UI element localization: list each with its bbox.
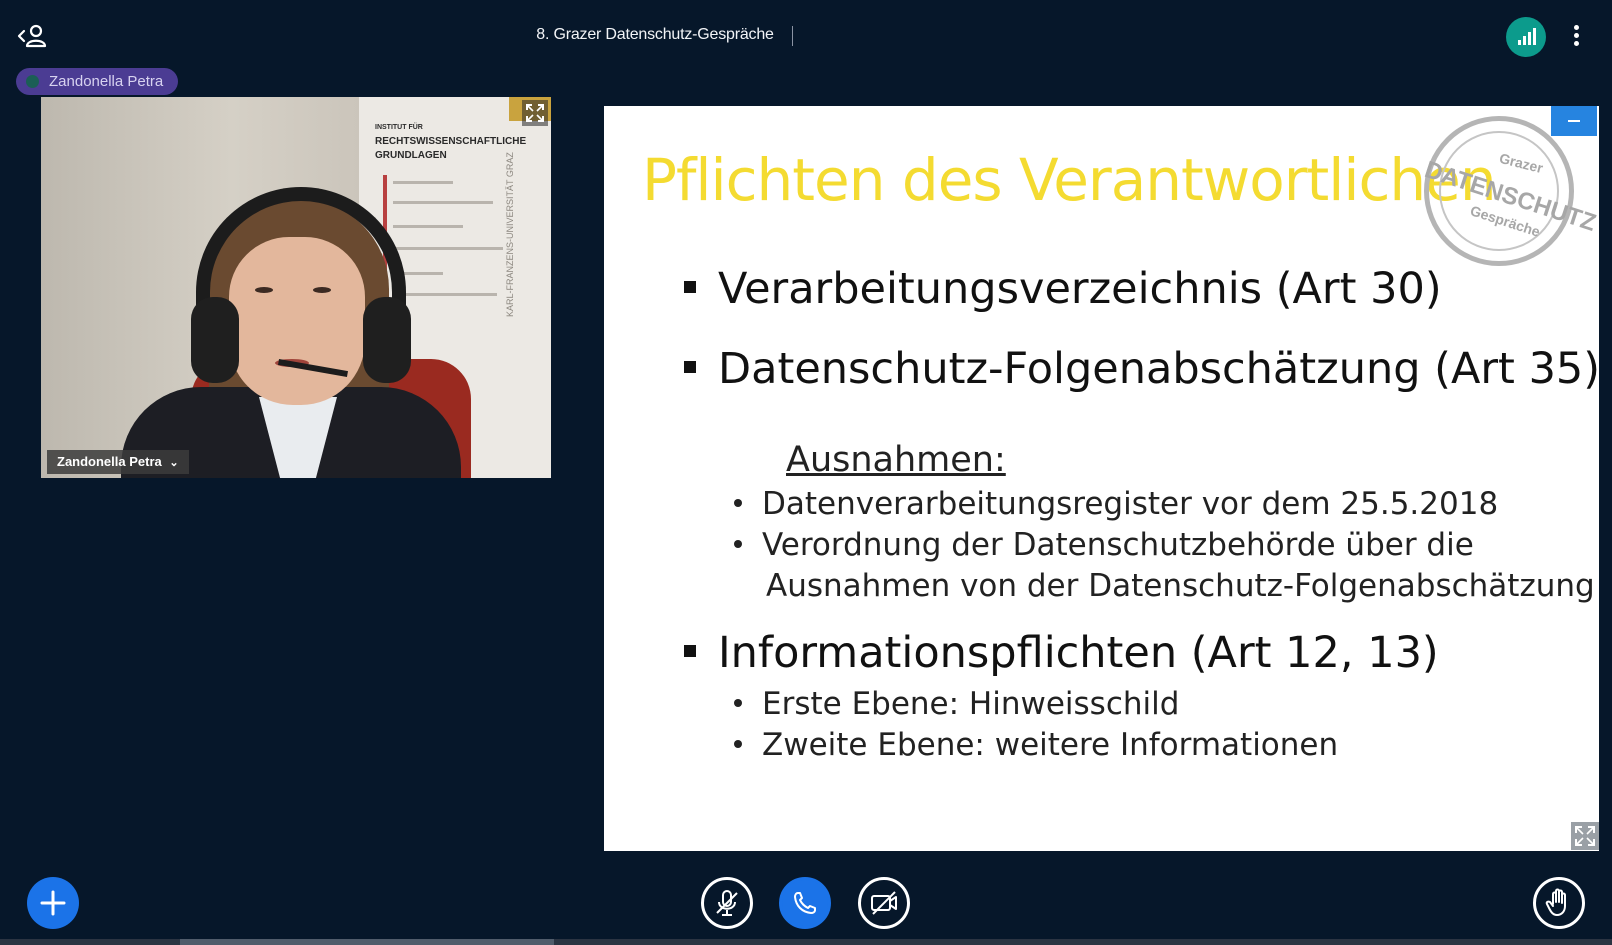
join-audio-button[interactable] — [779, 877, 831, 929]
slide-sub-bullet-text: Verordnung der Datenschutzbehörde über d… — [762, 527, 1474, 563]
talking-dot-icon — [26, 75, 39, 88]
dot-bullet-icon — [734, 498, 742, 507]
presentation-slide[interactable]: Pflichten des Verantwortlichen Grazer DA… — [604, 106, 1599, 851]
slide-sub-bullet-continuation: Ausnahmen von der Datenschutz-Folgenabsc… — [766, 568, 1595, 604]
datenschutz-stamp-logo: Grazer DATENSCHUTZ Gespräche — [1421, 116, 1599, 266]
title-divider — [792, 26, 793, 46]
webcam-video-tile[interactable]: INSTITUT FÜR RECHTSWISSENSCHAFTLICHE GRU… — [41, 97, 551, 478]
camera-off-icon — [871, 891, 897, 915]
slide-bullet: Informationspflichten (Art 12, 13) — [684, 628, 1439, 678]
poster-item — [393, 247, 503, 250]
webcam-user-name: Zandonella Petra — [57, 454, 162, 469]
headset-earcup — [191, 297, 239, 383]
connection-status-icon[interactable] — [1506, 17, 1546, 57]
exceptions-heading: Ausnahmen: — [786, 440, 1006, 480]
slide-sub-bullet: Zweite Ebene: weitere Informationen — [734, 727, 1338, 763]
slide-bullet: Datenschutz-Folgenabschätzung (Art 35) — [684, 344, 1599, 394]
unmute-audio-button[interactable] — [701, 877, 753, 929]
square-bullet-icon — [684, 644, 696, 657]
minimize-presentation-button[interactable] — [1551, 106, 1597, 136]
webcam-user-name-button[interactable]: Zandonella Petra ⌄ — [47, 450, 189, 474]
slide-sub-bullet: Erste Ebene: Hinweisschild — [734, 686, 1179, 722]
poster-line-2: RECHTSWISSENSCHAFTLICHE — [375, 136, 527, 147]
slide-sub-bullet-text: Zweite Ebene: weitere Informationen — [762, 727, 1339, 763]
poster-vertical-text: KARL-FRANZENS-UNIVERSITÄT GRAZ — [505, 152, 515, 317]
actions-plus-button[interactable] — [27, 877, 79, 929]
raise-hand-button[interactable] — [1533, 877, 1585, 929]
poster-item — [393, 225, 463, 228]
headset-earcup — [363, 297, 411, 383]
dot-bullet-icon — [734, 698, 742, 707]
poster-item — [393, 201, 493, 204]
presentation-fullscreen-icon[interactable] — [1571, 822, 1599, 850]
dot-bullet-icon — [734, 539, 742, 548]
microphone-muted-icon — [716, 890, 738, 916]
bottom-scrollbar[interactable] — [0, 939, 1612, 945]
scrollbar-thumb[interactable] — [180, 939, 554, 945]
share-webcam-button[interactable] — [858, 877, 910, 929]
top-bar: 8. Grazer Datenschutz-Gespräche — [0, 0, 1612, 72]
slide-bullet-text: Verarbeitungsverzeichnis (Art 30) — [718, 264, 1442, 314]
slide-bullet-text: Datenschutz-Folgenabschätzung (Art 35) — [718, 344, 1599, 394]
phone-icon — [794, 892, 816, 914]
square-bullet-icon — [684, 360, 696, 373]
slide-sub-bullet: Datenverarbeitungsregister vor dem 25.5.… — [734, 486, 1498, 522]
chevron-down-icon: ⌄ — [169, 457, 179, 469]
poster-line-3: GRUNDLAGEN — [375, 150, 447, 161]
poster-item — [393, 293, 497, 296]
talking-user-name: Zandonella Petra — [49, 73, 164, 90]
meeting-title: 8. Grazer Datenschutz-Gespräche — [536, 26, 774, 43]
square-bullet-icon — [684, 280, 696, 293]
slide-sub-bullet-text: Datenverarbeitungsregister vor dem 25.5.… — [762, 486, 1499, 522]
talking-indicator[interactable]: Zandonella Petra — [16, 68, 179, 95]
slide-sub-bullet: Verordnung der Datenschutzbehörde über d… — [734, 527, 1474, 563]
slide-bullet-text: Informationspflichten (Art 12, 13) — [718, 628, 1439, 678]
slide-sub-bullet-text: Erste Ebene: Hinweisschild — [762, 686, 1180, 722]
slide-title: Pflichten des Verantwortlichen — [642, 146, 1497, 214]
poster-item — [393, 181, 453, 184]
plus-icon — [40, 890, 66, 916]
options-kebab-icon[interactable] — [1566, 22, 1586, 52]
minus-icon — [1568, 120, 1580, 122]
slide-bullet: Verarbeitungsverzeichnis (Art 30) — [684, 264, 1442, 314]
webcam-fullscreen-icon[interactable] — [522, 100, 548, 126]
raise-hand-icon — [1545, 888, 1566, 916]
dot-bullet-icon — [734, 739, 742, 748]
poster-line-1: INSTITUT FÜR — [375, 124, 423, 131]
